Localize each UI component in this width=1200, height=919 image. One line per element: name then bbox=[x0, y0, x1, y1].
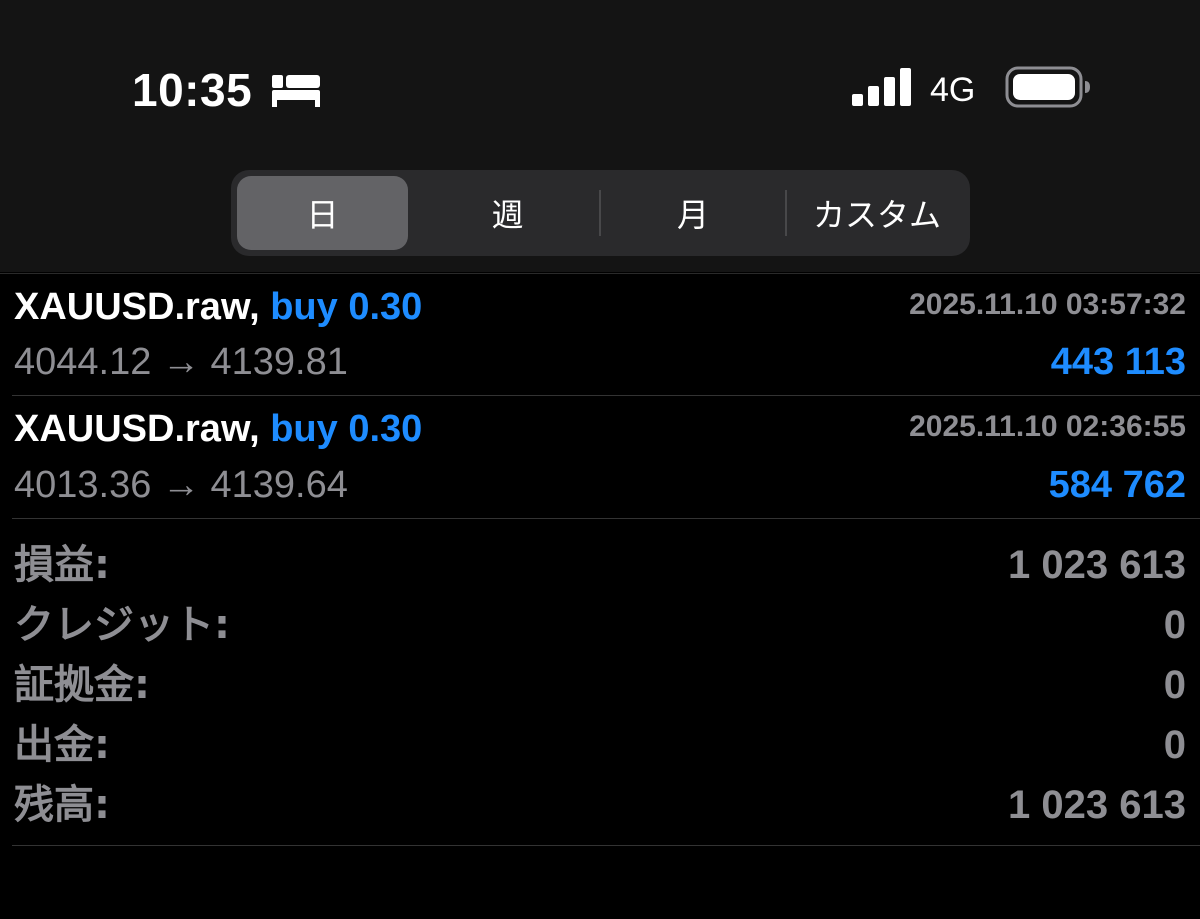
tab-month[interactable]: 月 bbox=[601, 176, 785, 250]
tab-day[interactable]: 日 bbox=[237, 176, 408, 250]
summary-label-margin: 証拠金: bbox=[14, 662, 150, 708]
summary-value-profit: 1 023 613 bbox=[1008, 543, 1186, 587]
arrow-icon: → bbox=[161, 341, 200, 383]
open-price: 4044.12 bbox=[14, 341, 152, 383]
close-price: 4139.81 bbox=[210, 341, 348, 383]
header-area: 10:35 4G 日 週 月 カスタム bbox=[0, 0, 1200, 272]
signal-icon bbox=[852, 68, 911, 106]
row-divider bbox=[12, 518, 1200, 519]
trade-profit: 584 762 bbox=[1048, 464, 1186, 506]
status-bar: 10:35 4G bbox=[0, 0, 1200, 150]
summary-divider bbox=[12, 845, 1200, 846]
trade-prices: 4013.36 → 4139.64 bbox=[14, 463, 348, 507]
trade-symbol-name: XAUUSD.raw, bbox=[14, 408, 260, 450]
summary-value-credit: 0 bbox=[1163, 603, 1186, 647]
arrow-icon: → bbox=[161, 464, 200, 506]
trade-symbol: XAUUSD.raw, buy 0.30 bbox=[14, 285, 422, 329]
trade-datetime: 2025.11.10 02:36:55 bbox=[909, 410, 1186, 443]
trade-symbol-name: XAUUSD.raw, bbox=[14, 286, 260, 328]
row-divider bbox=[12, 395, 1200, 396]
summary-label-balance: 残高: bbox=[14, 782, 110, 828]
trade-side: buy 0.30 bbox=[270, 286, 423, 328]
summary-value-withdrawal: 0 bbox=[1163, 723, 1186, 767]
trade-side: buy 0.30 bbox=[270, 408, 423, 450]
bed-icon bbox=[272, 75, 320, 107]
summary-value-balance: 1 023 613 bbox=[1008, 783, 1186, 827]
status-time: 10:35 bbox=[132, 64, 253, 116]
header-divider bbox=[0, 273, 1200, 274]
tab-week[interactable]: 週 bbox=[416, 176, 599, 250]
network-type: 4G bbox=[930, 71, 976, 109]
summary-label-credit: クレジット: bbox=[14, 602, 230, 648]
summary-label-profit: 損益: bbox=[14, 542, 110, 588]
close-price: 4139.64 bbox=[210, 464, 348, 506]
tab-custom[interactable]: カスタム bbox=[787, 176, 967, 250]
summary-value-margin: 0 bbox=[1163, 663, 1186, 707]
trade-datetime: 2025.11.10 03:57:32 bbox=[909, 288, 1186, 321]
trade-prices: 4044.12 → 4139.81 bbox=[14, 340, 348, 384]
summary-label-withdrawal: 出金: bbox=[14, 722, 110, 768]
period-segmented-control: 日 週 月 カスタム bbox=[231, 170, 970, 256]
trade-symbol: XAUUSD.raw, buy 0.30 bbox=[14, 407, 422, 451]
trade-profit: 443 113 bbox=[1050, 341, 1186, 383]
open-price: 4013.36 bbox=[14, 464, 152, 506]
battery-icon bbox=[1005, 66, 1090, 108]
